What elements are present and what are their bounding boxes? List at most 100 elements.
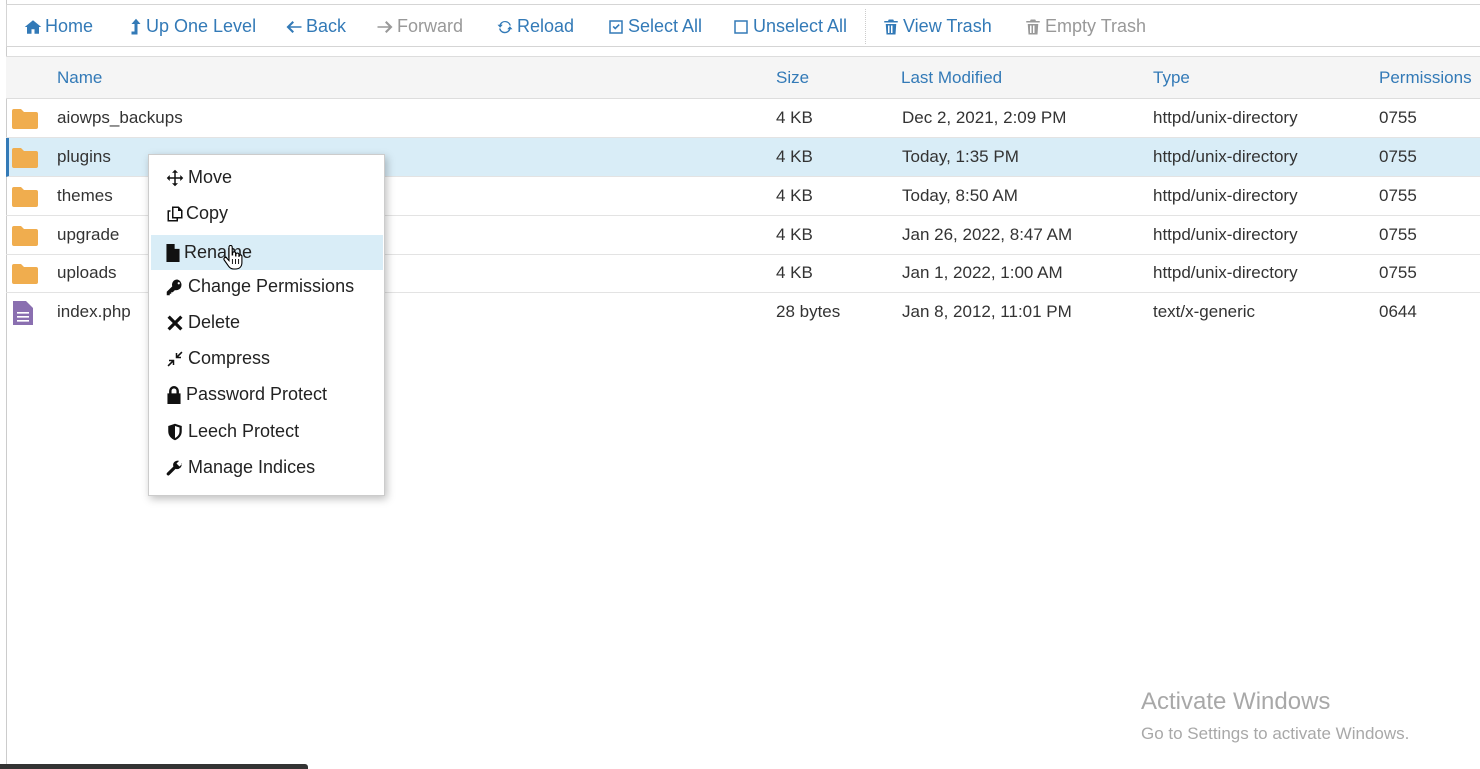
back-button[interactable]: Back xyxy=(285,5,346,48)
file-modified: Jan 8, 2012, 11:01 PM xyxy=(902,302,1072,321)
toolbar-divider xyxy=(865,9,866,44)
file-permissions[interactable]: 0755 xyxy=(1379,254,1417,292)
reload-icon xyxy=(496,18,514,36)
select-all-button[interactable]: Select All xyxy=(607,5,702,48)
file-modified: Today, 8:50 AM xyxy=(902,186,1018,205)
folder-icon xyxy=(12,186,38,207)
unselect-all-label: Unselect All xyxy=(753,16,848,36)
checkbox-empty-icon xyxy=(732,18,750,36)
file-type: httpd/unix-directory xyxy=(1153,225,1298,244)
forward-button[interactable]: Forward xyxy=(376,5,463,48)
file-name[interactable]: themes xyxy=(57,177,113,215)
forward-label: Forward xyxy=(397,16,464,36)
select-all-label: Select All xyxy=(628,16,703,36)
file-size: 28 bytes xyxy=(776,302,841,321)
menu-item-manage-indices[interactable]: Manage Indices xyxy=(151,450,383,485)
file-type: text/x-generic xyxy=(1153,302,1256,321)
file-size: 4 KB xyxy=(776,147,813,166)
menu-item-label: Move xyxy=(188,167,233,187)
menu-item-compress[interactable]: Compress xyxy=(151,341,383,376)
checkbox-checked-icon xyxy=(607,18,625,36)
copy-icon xyxy=(166,205,184,223)
file-permissions[interactable]: 0755 xyxy=(1379,138,1417,176)
file-permissions[interactable]: 0755 xyxy=(1379,177,1417,215)
empty-trash-button[interactable]: Empty Trash xyxy=(1024,5,1146,48)
file-size: 4 KB xyxy=(776,263,813,282)
home-icon xyxy=(24,18,42,36)
horizontal-scrollbar[interactable] xyxy=(0,764,308,769)
table-header: Name Size Last Modified Type Permissions xyxy=(6,56,1480,99)
trash-icon xyxy=(882,18,900,36)
column-header-name[interactable]: Name xyxy=(57,57,102,98)
watermark-title: Activate Windows xyxy=(1141,688,1331,715)
lock-icon xyxy=(166,385,182,404)
level-up-icon xyxy=(129,18,143,36)
home-label: Home xyxy=(45,16,94,36)
watermark-subtitle: Go to Settings to activate Windows. xyxy=(1141,724,1410,743)
menu-item-copy[interactable]: Copy xyxy=(151,196,383,231)
up-one-level-button[interactable]: Up One Level xyxy=(129,5,256,48)
move-icon xyxy=(166,169,184,187)
column-header-size[interactable]: Size xyxy=(776,57,809,98)
reload-button[interactable]: Reload xyxy=(496,5,574,48)
table-row[interactable]: aiowps_backups 4 KB Dec 2, 2021, 2:09 PM… xyxy=(6,99,1480,138)
unselect-all-button[interactable]: Unselect All xyxy=(732,5,847,48)
file-size: 4 KB xyxy=(776,225,813,244)
file-type: httpd/unix-directory xyxy=(1153,186,1298,205)
activate-windows-watermark: Activate Windows Go to Settings to activ… xyxy=(1141,688,1409,744)
menu-item-password-protect[interactable]: Password Protect xyxy=(151,377,383,412)
view-trash-button[interactable]: View Trash xyxy=(882,5,992,48)
file-text-icon xyxy=(13,301,33,325)
key-icon xyxy=(166,278,184,296)
file-modified: Dec 2, 2021, 2:09 PM xyxy=(902,108,1067,127)
menu-item-delete[interactable]: Delete xyxy=(151,305,383,340)
column-header-type[interactable]: Type xyxy=(1153,57,1190,98)
menu-item-label: Leech Protect xyxy=(188,421,300,441)
menu-item-rename[interactable]: Rename xyxy=(151,235,383,270)
file-name[interactable]: aiowps_backups xyxy=(57,99,183,137)
arrow-right-icon xyxy=(376,18,394,36)
menu-item-move[interactable]: Move xyxy=(151,160,383,195)
home-button[interactable]: Home xyxy=(24,5,93,48)
file-name[interactable]: index.php xyxy=(57,293,131,331)
file-size: 4 KB xyxy=(776,186,813,205)
file-type: httpd/unix-directory xyxy=(1153,108,1298,127)
hand-cursor-icon xyxy=(223,245,243,270)
compress-icon xyxy=(166,350,184,368)
menu-item-label: Password Protect xyxy=(186,384,328,404)
reload-label: Reload xyxy=(517,16,575,36)
menu-item-label: Compress xyxy=(188,348,271,368)
file-permissions[interactable]: 0755 xyxy=(1379,216,1417,254)
arrow-left-icon xyxy=(285,18,303,36)
file-icon xyxy=(166,243,180,262)
toolbar: Home Up One Level Back Forward Reload Se… xyxy=(6,4,1480,47)
file-size: 4 KB xyxy=(776,108,813,127)
file-permissions[interactable]: 0755 xyxy=(1379,99,1417,137)
file-modified: Today, 1:35 PM xyxy=(902,147,1019,166)
file-modified: Jan 26, 2022, 8:47 AM xyxy=(902,225,1073,244)
menu-item-change-permissions[interactable]: Change Permissions xyxy=(151,269,383,304)
menu-item-leech-protect[interactable]: Leech Protect xyxy=(151,414,383,449)
shield-icon xyxy=(166,423,184,441)
trash-icon xyxy=(1024,18,1042,36)
menu-item-label: Delete xyxy=(188,312,241,332)
context-menu: Move Copy Rename Change Permissions Dele… xyxy=(148,154,385,496)
view-trash-label: View Trash xyxy=(903,16,992,36)
menu-item-label: Copy xyxy=(186,203,229,223)
folder-icon xyxy=(12,108,38,129)
column-header-permissions[interactable]: Permissions xyxy=(1379,57,1472,98)
file-name[interactable]: uploads xyxy=(57,254,117,292)
column-header-last-modified[interactable]: Last Modified xyxy=(901,57,1002,98)
close-icon xyxy=(166,314,184,332)
back-label: Back xyxy=(306,16,347,36)
file-type: httpd/unix-directory xyxy=(1153,263,1298,282)
file-name[interactable]: plugins xyxy=(57,138,111,176)
menu-item-label: Change Permissions xyxy=(188,276,355,296)
empty-trash-label: Empty Trash xyxy=(1045,16,1147,36)
folder-icon xyxy=(12,263,38,284)
file-type: httpd/unix-directory xyxy=(1153,147,1298,166)
file-permissions[interactable]: 0644 xyxy=(1379,293,1417,331)
file-name[interactable]: upgrade xyxy=(57,216,119,254)
file-modified: Jan 1, 2022, 1:00 AM xyxy=(902,263,1063,282)
menu-item-label: Manage Indices xyxy=(188,457,316,477)
